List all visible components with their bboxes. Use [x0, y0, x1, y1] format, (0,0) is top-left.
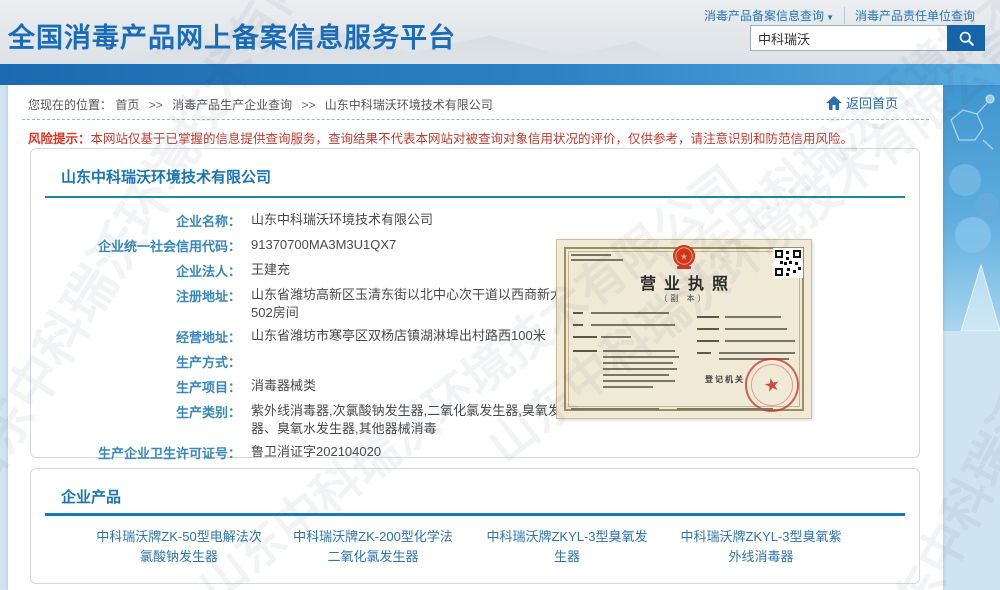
back-home-link[interactable]: 返回首页	[826, 93, 898, 112]
license-text-line	[603, 356, 679, 358]
company-products-card: 企业产品 中科瑞沃牌ZK-50型电解法次氯酸钠发生器 中科瑞沃牌ZK-200型化…	[30, 468, 920, 584]
field-row-production-category: 生产类别： 紫外线消毒器,次氯酸钠发生器,二氧化氯发生器,臭氧发生器、臭氧水发生…	[31, 399, 591, 440]
title-underline	[45, 196, 905, 198]
chevron-down-icon: ▼	[826, 13, 834, 22]
license-text-line	[571, 408, 659, 410]
field-row-registered-address: 注册地址： 山东省潍坊高新区玉清东街以北中心次干道以西商新大厦502房间	[31, 283, 591, 324]
svg-text:★: ★	[680, 252, 688, 262]
license-text-line	[591, 324, 675, 326]
molecule-art	[943, 85, 1000, 331]
top-nav: 消毒产品备案信息查询▼ 消毒产品责任单位查询	[694, 7, 985, 24]
license-text-line	[697, 340, 719, 342]
license-text-line	[603, 368, 677, 370]
license-subtitle: （副 本）	[557, 293, 811, 304]
seal-star-icon: ★	[762, 373, 782, 397]
company-fields: 企业名称： 山东中科瑞沃环境技术有限公司 企业统一社会信用代码： 9137070…	[31, 208, 591, 490]
nav-link-responsible-unit-query[interactable]: 消毒产品责任单位查询	[845, 7, 985, 24]
risk-notice-prefix: 风险提示：	[28, 132, 91, 146]
molecule-decoration-strip	[943, 85, 1000, 331]
breadcrumb-separator: >>	[149, 98, 163, 112]
products-underline	[45, 513, 905, 516]
products-section-title: 企业产品	[61, 486, 121, 507]
breadcrumb-query-link[interactable]: 消毒产品生产企业查询	[172, 98, 292, 112]
license-text-line	[697, 316, 719, 318]
home-icon	[826, 96, 842, 110]
license-text-line	[571, 254, 611, 256]
search-input[interactable]	[750, 25, 947, 51]
field-row-credit-code: 企业统一社会信用代码： 91370700MA3M3U1QX7	[31, 233, 591, 258]
page-header: 全国消毒产品网上备案信息服务平台 消毒产品备案信息查询▼ 消毒产品责任单位查询	[0, 0, 1000, 64]
license-text-line	[719, 352, 795, 354]
license-text-line	[603, 362, 673, 364]
license-text-line	[571, 259, 623, 261]
dashed-divider	[22, 119, 929, 120]
license-text-line	[603, 350, 675, 352]
field-row-production-item: 生产项目： 消毒器械类	[31, 374, 591, 399]
product-link-zkyl3-ozone[interactable]: 中科瑞沃牌ZKYL-3型臭氧发生器	[481, 527, 653, 567]
product-link-zkyl3-uv[interactable]: 中科瑞沃牌ZKYL-3型臭氧紫外线消毒器	[675, 527, 847, 567]
license-text-line	[725, 316, 781, 318]
business-license-image: ★ 营业执照 （副 本）	[556, 239, 812, 419]
risk-notice-text: 本网站仅基于已掌握的信息提供查询服务，查询结果不代表本网站对被查询对象信用状况的…	[91, 132, 854, 146]
breadcrumb: 您现在的位置： 首页 >> 消毒产品生产企业查询 >> 山东中科瑞沃环境技术有限…	[28, 96, 493, 113]
license-text-line	[697, 328, 719, 330]
national-emblem-icon: ★	[671, 243, 697, 271]
breadcrumb-current: 山东中科瑞沃环境技术有限公司	[325, 98, 493, 112]
product-link-zk200[interactable]: 中科瑞沃牌ZK-200型化学法二氧化氯发生器	[287, 527, 459, 567]
license-authority-label: 登记机关	[705, 374, 745, 385]
main-panel: 您现在的位置： 首页 >> 消毒产品生产企业查询 >> 山东中科瑞沃环境技术有限…	[8, 85, 943, 590]
search-bar	[750, 25, 985, 51]
product-list: 中科瑞沃牌ZK-50型电解法次氯酸钠发生器 中科瑞沃牌ZK-200型化学法二氧化…	[93, 527, 847, 567]
field-row-hygiene-license-no: 生产企业卫生许可证号： 鲁卫消证字202104020	[31, 440, 591, 465]
breadcrumb-home-link[interactable]: 首页	[115, 98, 139, 112]
license-text-line	[573, 324, 583, 326]
company-info-card: 山东中科瑞沃环境技术有限公司 企业名称： 山东中科瑞沃环境技术有限公司 企业统一…	[30, 148, 920, 458]
field-row-legal-person: 企业法人： 王建充	[31, 258, 591, 283]
license-text-line	[573, 312, 583, 314]
product-link-zk50[interactable]: 中科瑞沃牌ZK-50型电解法次氯酸钠发生器	[93, 527, 265, 567]
field-row-business-address: 经营地址： 山东省潍坊市寒亭区双杨店镇湖淋埠出村路西100米	[31, 324, 591, 349]
company-name-title: 山东中科瑞沃环境技术有限公司	[61, 166, 271, 187]
field-row-company-name: 企业名称： 山东中科瑞沃环境技术有限公司	[31, 208, 591, 233]
navbar	[0, 64, 1000, 85]
license-text-line	[725, 328, 787, 330]
site-title: 全国消毒产品网上备案信息服务平台	[8, 16, 456, 55]
search-icon	[958, 30, 975, 47]
license-text-line	[677, 408, 773, 410]
breadcrumb-separator: >>	[301, 98, 315, 112]
field-row-production-mode: 生产方式：	[31, 349, 591, 374]
license-text-line	[601, 336, 631, 338]
nav-link-record-info-query[interactable]: 消毒产品备案信息查询▼	[694, 7, 845, 24]
license-text-line	[725, 340, 795, 342]
search-button[interactable]	[947, 25, 985, 51]
license-text-line	[573, 336, 597, 338]
license-text-line	[603, 380, 675, 382]
license-text-line	[697, 352, 711, 354]
license-title: 营业执照	[557, 270, 811, 294]
license-text-line	[603, 374, 669, 376]
breadcrumb-prefix: 您现在的位置：	[28, 98, 112, 112]
license-text-line	[591, 312, 669, 314]
risk-notice: 风险提示：本网站仅基于已掌握的信息提供查询服务，查询结果不代表本网站对被查询对象…	[28, 128, 928, 147]
license-text-line	[603, 386, 653, 388]
license-text-line	[573, 350, 597, 352]
